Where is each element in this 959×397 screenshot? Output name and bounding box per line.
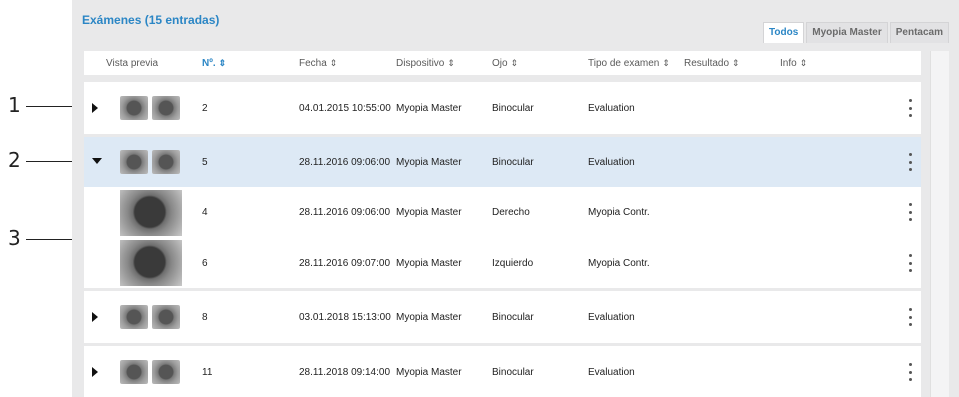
- exam-group: 2 04.01.2015 10:55:00 Myopia Master Bino…: [84, 82, 921, 134]
- expand-toggle[interactable]: [92, 103, 104, 114]
- kebab-menu-icon[interactable]: [907, 203, 913, 221]
- kebab-menu-icon[interactable]: [907, 153, 913, 171]
- callout-1: 1: [8, 93, 21, 117]
- table-row[interactable]: 2 04.01.2015 10:55:00 Myopia Master Bino…: [84, 82, 921, 134]
- cell-device: Myopia Master: [396, 207, 462, 218]
- triangle-down-icon: [92, 158, 102, 164]
- col-number[interactable]: Nº. ⇕: [202, 58, 226, 69]
- cell-exam-type: Evaluation: [588, 367, 635, 378]
- cell-exam-type: Myopia Contr.: [588, 207, 650, 218]
- col-device[interactable]: Dispositivo ⇕: [396, 58, 455, 69]
- cell-eye: Binocular: [492, 103, 534, 114]
- exam-group: 8 03.01.2018 15:13:00 Myopia Master Bino…: [84, 291, 921, 343]
- kebab-menu-icon[interactable]: [907, 254, 913, 272]
- cell-device: Myopia Master: [396, 258, 462, 269]
- kebab-menu-icon[interactable]: [907, 363, 913, 381]
- preview-thumbnail: [152, 305, 180, 329]
- cell-date: 28.11.2016 09:06:00: [299, 207, 391, 218]
- cell-date: 04.01.2015 10:55:00: [299, 103, 391, 114]
- table-row[interactable]: 8 03.01.2018 15:13:00 Myopia Master Bino…: [84, 291, 921, 343]
- kebab-menu-icon[interactable]: [907, 99, 913, 117]
- triangle-right-icon: [92, 312, 98, 322]
- preview-thumbnail: [120, 360, 148, 384]
- col-eye-label: Ojo: [492, 58, 508, 69]
- cell-date: 03.01.2018 15:13:00: [299, 312, 391, 323]
- cell-device: Myopia Master: [396, 157, 462, 168]
- callout-2-line: [26, 161, 76, 162]
- col-eye[interactable]: Ojo ⇕: [492, 58, 518, 69]
- expand-toggle[interactable]: [92, 156, 104, 167]
- cell-number: 8: [202, 312, 208, 323]
- sort-arrows-icon: ⇕: [732, 58, 740, 68]
- cell-number: 4: [202, 207, 208, 218]
- col-date[interactable]: Fecha ⇕: [299, 58, 337, 69]
- child-row[interactable]: 6 28.11.2016 09:07:00 Myopia Master Izqu…: [84, 237, 921, 288]
- kebab-menu-icon[interactable]: [907, 308, 913, 326]
- child-row[interactable]: 4 28.11.2016 09:06:00 Myopia Master Dere…: [84, 187, 921, 237]
- table-header: Vista previa Nº. ⇕ Fecha ⇕ Dispositivo ⇕ Oj…: [84, 51, 921, 75]
- tab-myopia-master[interactable]: Myopia Master: [806, 22, 888, 43]
- cell-device: Myopia Master: [396, 367, 462, 378]
- preview-thumbnail: [152, 360, 180, 384]
- cell-exam-type: Myopia Contr.: [588, 258, 650, 269]
- cell-eye: Izquierdo: [492, 258, 534, 269]
- col-info[interactable]: Info ⇕: [780, 58, 807, 69]
- callout-2: 2: [8, 148, 21, 172]
- preview-thumbnail: [120, 305, 148, 329]
- col-result-label: Resultado: [684, 58, 730, 69]
- vertical-scrollbar[interactable]: [930, 51, 949, 397]
- filter-tabs: Todos Myopia Master Pentacam: [763, 22, 949, 43]
- expand-toggle[interactable]: [92, 312, 104, 323]
- exam-group: 11 28.11.2018 09:14:00 Myopia Master Bin…: [84, 346, 921, 397]
- cell-date: 28.11.2016 09:07:00: [299, 258, 391, 269]
- cell-number: 6: [202, 258, 208, 269]
- sort-arrows-icon: ⇕: [799, 58, 808, 68]
- triangle-right-icon: [92, 367, 98, 377]
- col-preview-label: Vista previa: [106, 58, 159, 69]
- cell-device: Myopia Master: [396, 312, 462, 323]
- table-row[interactable]: 11 28.11.2018 09:14:00 Myopia Master Bin…: [84, 346, 921, 397]
- cell-number: 11: [202, 367, 213, 378]
- cell-exam-type: Evaluation: [588, 157, 635, 168]
- eye-image-thumbnail: [120, 240, 182, 286]
- cell-exam-type: Evaluation: [588, 103, 635, 114]
- col-number-label: Nº.: [202, 58, 216, 69]
- col-preview: Vista previa: [106, 58, 158, 69]
- col-exam-type[interactable]: Tipo de examen ⇕: [588, 58, 670, 69]
- cell-eye: Binocular: [492, 312, 534, 323]
- triangle-right-icon: [92, 103, 98, 113]
- sort-arrows-icon: ⇕: [329, 58, 338, 68]
- cell-date: 28.11.2016 09:06:00: [299, 157, 391, 168]
- cell-number: 2: [202, 103, 208, 114]
- preview-thumbnail: [152, 150, 180, 174]
- preview-thumbnail: [120, 150, 148, 174]
- cell-eye: Derecho: [492, 207, 530, 218]
- preview-thumbnail: [152, 96, 180, 120]
- callout-1-line: [26, 106, 76, 107]
- table-row[interactable]: 5 28.11.2016 09:06:00 Myopia Master Bino…: [84, 137, 921, 187]
- exam-group: 5 28.11.2016 09:06:00 Myopia Master Bino…: [84, 137, 921, 288]
- cell-eye: Binocular: [492, 157, 534, 168]
- panel-title: Exámenes (15 entradas): [82, 13, 220, 27]
- cell-exam-type: Evaluation: [588, 312, 635, 323]
- expand-toggle[interactable]: [92, 367, 104, 378]
- cell-date: 28.11.2018 09:14:00: [299, 367, 391, 378]
- cell-eye: Binocular: [492, 367, 534, 378]
- tab-todos[interactable]: Todos: [763, 22, 805, 43]
- callout-3: 3: [8, 226, 21, 250]
- tab-pentacam[interactable]: Pentacam: [889, 22, 949, 43]
- sort-arrows-icon: ⇕: [447, 58, 455, 68]
- col-date-label: Fecha: [299, 58, 327, 69]
- sort-arrows-icon: ⇕: [662, 58, 670, 68]
- cell-number: 5: [202, 157, 208, 168]
- preview-thumbnail: [120, 96, 148, 120]
- sort-arrows-icon: ⇕: [218, 58, 227, 68]
- eye-image-thumbnail: [120, 190, 182, 236]
- col-info-label: Info: [780, 58, 797, 69]
- col-exam-type-label: Tipo de examen: [588, 58, 660, 69]
- sort-arrows-icon: ⇕: [510, 58, 519, 68]
- col-device-label: Dispositivo: [396, 58, 445, 69]
- col-result[interactable]: Resultado ⇕: [684, 58, 740, 69]
- cell-device: Myopia Master: [396, 103, 462, 114]
